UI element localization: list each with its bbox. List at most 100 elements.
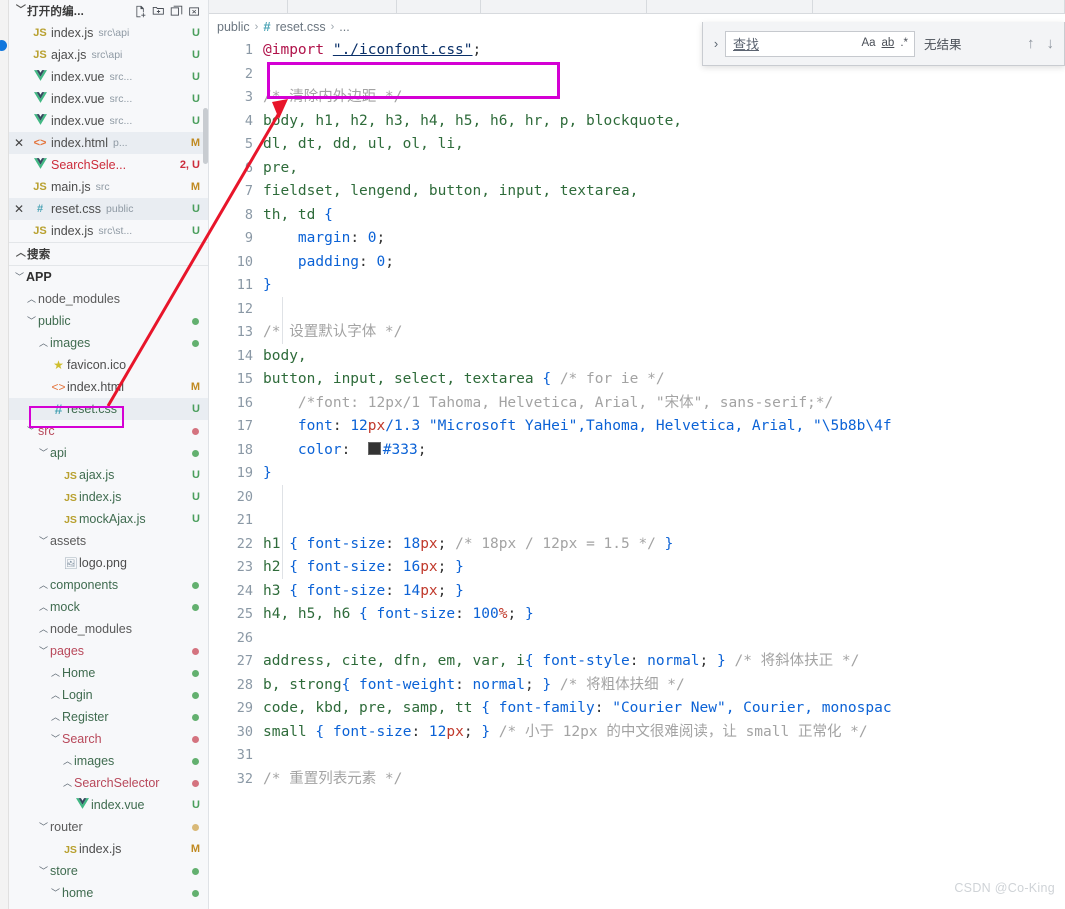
chevron-down-icon[interactable]: ﹀ bbox=[49, 888, 62, 898]
new-folder-icon[interactable] bbox=[152, 5, 165, 18]
editor-tab[interactable] bbox=[481, 0, 647, 13]
explorer-item-search[interactable]: ﹀ Search bbox=[9, 728, 208, 750]
explorer-item-public[interactable]: ﹀ public bbox=[9, 310, 208, 332]
chevron-right-icon[interactable]: ︿ bbox=[37, 602, 50, 612]
explorer-item-logo-png[interactable]: 🖼 logo.png bbox=[9, 552, 208, 574]
chevron-right-icon[interactable]: ︿ bbox=[61, 756, 74, 766]
explorer-item-node-modules[interactable]: ︿ node_modules bbox=[9, 288, 208, 310]
chevron-down-icon[interactable]: ﹀ bbox=[37, 536, 50, 546]
close-all-icon[interactable] bbox=[188, 5, 201, 18]
explorer-item-images[interactable]: ︿ images bbox=[9, 750, 208, 772]
find-input[interactable]: 查找 Aa ab .* bbox=[725, 30, 915, 57]
explorer-item-index-js[interactable]: JS index.js U bbox=[9, 486, 208, 508]
breadcrumb-folder[interactable]: public bbox=[217, 20, 250, 34]
explorer-item-mock[interactable]: ︿ mock bbox=[9, 596, 208, 618]
explorer-item-images[interactable]: ︿ images bbox=[9, 332, 208, 354]
explorer-item-login[interactable]: ︿ Login bbox=[9, 684, 208, 706]
open-editor-item[interactable]: ✕ index.vue src... U bbox=[9, 110, 208, 132]
editor-tab[interactable] bbox=[288, 0, 397, 13]
explorer-item-home[interactable]: ﹀ home bbox=[9, 882, 208, 904]
code-token: } bbox=[481, 723, 491, 740]
explorer-item-favicon-ico[interactable]: ★ favicon.ico bbox=[9, 354, 208, 376]
save-all-icon[interactable] bbox=[170, 5, 183, 18]
code-editor[interactable]: 1 @import "./iconfont.css"; 2 3/* 清除内外边距 */… bbox=[209, 39, 1065, 909]
use-regex-toggle[interactable]: .* bbox=[900, 37, 908, 50]
breadcrumb-file[interactable]: reset.css bbox=[276, 20, 326, 34]
close-icon[interactable]: ✕ bbox=[9, 136, 29, 150]
open-editor-item[interactable]: ✕ index.vue src... U bbox=[9, 66, 208, 88]
open-editor-item[interactable]: ✕ JS index.js src\st... U bbox=[9, 220, 208, 242]
search-section[interactable]: ︿ 搜索 bbox=[9, 243, 208, 266]
explorer-item-api[interactable]: ﹀ api bbox=[9, 442, 208, 464]
explorer-item-index-vue[interactable]: index.vue U bbox=[9, 794, 208, 816]
editor-tab[interactable] bbox=[647, 0, 813, 13]
chevron-right-icon[interactable]: › bbox=[707, 36, 725, 51]
open-editor-item[interactable]: ✕ # reset.css public U bbox=[9, 198, 208, 220]
explorer-item-assets[interactable]: ﹀ assets bbox=[9, 530, 208, 552]
code-token: "\5b8b\4f bbox=[813, 418, 892, 434]
js-icon: JS bbox=[33, 27, 47, 39]
arrow-down-icon[interactable]: ↓ bbox=[1047, 36, 1055, 51]
open-editor-filename: index.js bbox=[51, 26, 94, 40]
search-section-header[interactable]: ︿ 搜索 bbox=[9, 243, 208, 265]
explorer-item-home[interactable]: ︿ Home bbox=[9, 662, 208, 684]
editor-tab-empty bbox=[813, 0, 1065, 13]
open-editor-item[interactable]: ✕ JS main.js src M bbox=[9, 176, 208, 198]
line-number: 23 bbox=[236, 559, 253, 575]
editor-tab[interactable] bbox=[209, 0, 288, 13]
match-whole-word-toggle[interactable]: ab bbox=[882, 37, 895, 50]
chevron-right-icon[interactable]: ︿ bbox=[49, 712, 62, 722]
git-status-dot bbox=[192, 889, 199, 897]
new-file-icon[interactable] bbox=[134, 5, 147, 18]
chevron-down-icon[interactable]: ﹀ bbox=[37, 448, 50, 458]
explorer-item-pages[interactable]: ﹀ pages bbox=[9, 640, 208, 662]
open-editor-item[interactable]: ✕ <> index.html p... M bbox=[9, 132, 208, 154]
chevron-right-icon[interactable]: ︿ bbox=[61, 778, 74, 788]
code-text: th, td { bbox=[263, 204, 1065, 228]
chevron-right-icon[interactable]: ︿ bbox=[49, 690, 62, 700]
explorer-item-ajax-js[interactable]: JS ajax.js U bbox=[9, 464, 208, 486]
explorer-item-reset-css[interactable]: # reset.css U bbox=[9, 398, 208, 420]
chevron-down-icon[interactable]: ﹀ bbox=[25, 426, 38, 436]
open-editors-header[interactable]: ﹀ 打开的编... bbox=[9, 0, 208, 22]
line-number: 25 bbox=[236, 606, 253, 622]
chevron-down-icon[interactable]: ﹀ bbox=[15, 6, 27, 16]
chevron-down-icon[interactable]: ﹀ bbox=[37, 822, 50, 832]
explorer-item-register[interactable]: ︿ Register bbox=[9, 706, 208, 728]
close-icon[interactable]: ✕ bbox=[9, 202, 29, 216]
open-editor-item[interactable]: ✕ SearchSele... 2, U bbox=[9, 154, 208, 176]
explorer-item-src[interactable]: ﹀ src bbox=[9, 420, 208, 442]
chevron-right-icon[interactable]: ︿ bbox=[37, 338, 50, 348]
explorer-item-router[interactable]: ﹀ router bbox=[9, 816, 208, 838]
open-editor-item[interactable]: ✕ JS index.js src\api U bbox=[9, 22, 208, 44]
explorer-item-components[interactable]: ︿ components bbox=[9, 574, 208, 596]
open-editors-scrollbar[interactable] bbox=[203, 108, 208, 164]
chevron-down-icon[interactable]: ﹀ bbox=[25, 316, 38, 326]
explorer-item-searchselector[interactable]: ︿ SearchSelector bbox=[9, 772, 208, 794]
chevron-right-icon[interactable]: ︿ bbox=[37, 580, 50, 590]
chevron-down-icon[interactable]: ﹀ bbox=[49, 734, 62, 744]
chevron-down-icon[interactable]: ﹀ bbox=[13, 272, 26, 282]
editor-tab[interactable] bbox=[397, 0, 481, 13]
chevron-right-icon[interactable]: ︿ bbox=[15, 249, 27, 259]
explorer-item-store[interactable]: ﹀ store bbox=[9, 860, 208, 882]
arrow-up-icon[interactable]: ↑ bbox=[1027, 36, 1035, 51]
chevron-down-icon[interactable]: ﹀ bbox=[37, 866, 50, 876]
match-case-toggle[interactable]: Aa bbox=[861, 37, 875, 50]
editor-tab-bar[interactable] bbox=[209, 0, 1065, 14]
chevron-right-icon[interactable]: ︿ bbox=[49, 668, 62, 678]
line-number: 31 bbox=[236, 747, 253, 763]
explorer-item-label: ajax.js bbox=[79, 468, 115, 482]
breadcrumb-symbol[interactable]: ... bbox=[339, 20, 349, 34]
explorer-item-node-modules[interactable]: ︿ node_modules bbox=[9, 618, 208, 640]
chevron-right-icon[interactable]: ︿ bbox=[25, 294, 38, 304]
chevron-down-icon[interactable]: ﹀ bbox=[37, 646, 50, 656]
open-editor-item[interactable]: ✕ JS ajax.js src\api U bbox=[9, 44, 208, 66]
explorer-item-label: home bbox=[62, 886, 94, 900]
explorer-item-index-js[interactable]: JS index.js M bbox=[9, 838, 208, 860]
chevron-right-icon[interactable]: ︿ bbox=[37, 624, 50, 634]
explorer-item-index-html[interactable]: <> index.html M bbox=[9, 376, 208, 398]
open-editor-item[interactable]: ✕ index.vue src... U bbox=[9, 88, 208, 110]
explorer-item-app[interactable]: ﹀ APP bbox=[9, 266, 208, 288]
explorer-item-mockajax-js[interactable]: JS mockAjax.js U bbox=[9, 508, 208, 530]
